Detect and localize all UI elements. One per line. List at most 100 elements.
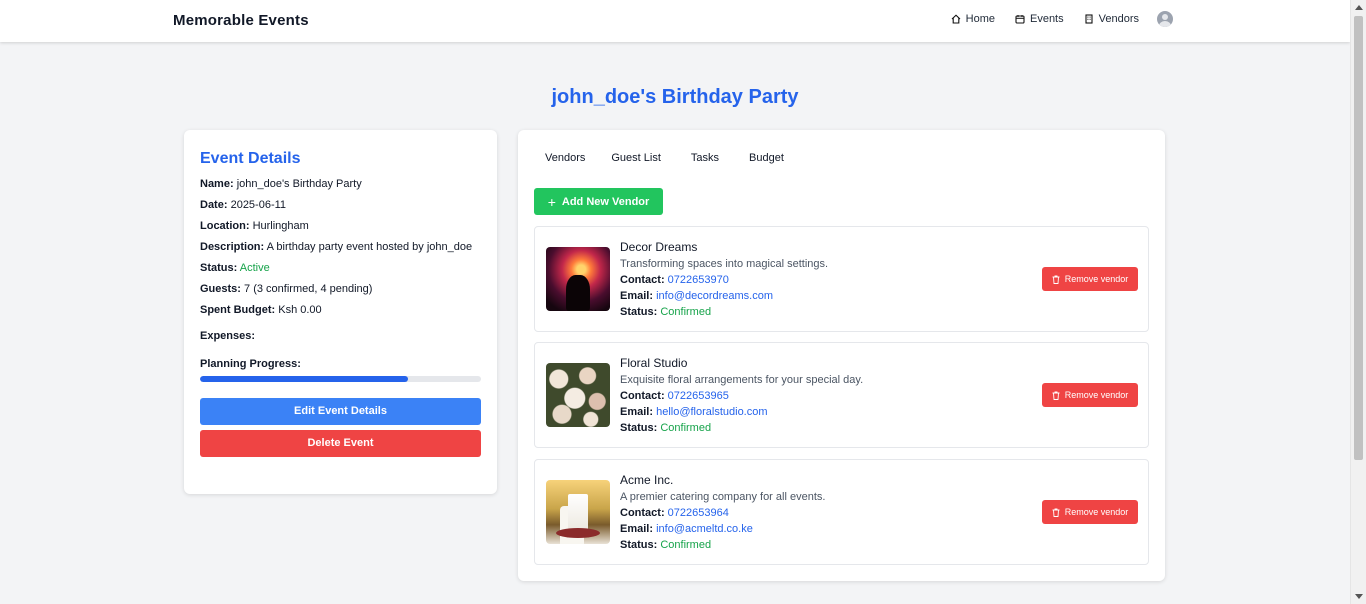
vendor-name: Acme Inc. bbox=[620, 473, 674, 487]
tab-guest-list[interactable]: Guest List bbox=[596, 152, 672, 164]
vendor-info: Acme Inc. A premier catering company for… bbox=[620, 472, 825, 553]
trash-icon bbox=[1052, 391, 1060, 400]
nav-links: Home Events Vendors bbox=[951, 11, 1173, 27]
brand-logo[interactable]: Memorable Events bbox=[173, 12, 309, 29]
edit-event-button[interactable]: Edit Event Details bbox=[200, 398, 481, 425]
vendor-status-label: Status: bbox=[620, 539, 658, 551]
detail-status: Status: Active bbox=[200, 260, 481, 276]
detail-name-value: john_doe's Birthday Party bbox=[236, 178, 362, 190]
tab-vendors[interactable]: Vendors bbox=[534, 152, 596, 164]
detail-expenses: Expenses: bbox=[200, 328, 481, 344]
detail-status-label: Status: bbox=[200, 262, 238, 274]
vendor-name: Decor Dreams bbox=[620, 240, 698, 254]
building-icon bbox=[1085, 14, 1093, 24]
vendor-image bbox=[546, 247, 610, 311]
trash-icon bbox=[1052, 508, 1060, 517]
vendor-email-link[interactable]: info@acmeltd.co.ke bbox=[656, 523, 753, 535]
remove-vendor-button[interactable]: Remove vendor bbox=[1042, 500, 1138, 524]
detail-expenses-label: Expenses: bbox=[200, 330, 256, 342]
detail-date-value: 2025-06-11 bbox=[230, 199, 287, 211]
tab-bar: Vendors Guest List Tasks Budget bbox=[534, 152, 1149, 164]
vendor-contact-link[interactable]: 0722653964 bbox=[668, 507, 729, 519]
vendor-card: Floral Studio Exquisite floral arrangeme… bbox=[534, 342, 1149, 448]
vendor-card: Acme Inc. A premier catering company for… bbox=[534, 459, 1149, 565]
planning-progress-label: Planning Progress: bbox=[200, 358, 301, 370]
vendor-contact-link[interactable]: 0722653970 bbox=[668, 274, 729, 286]
vendor-status: Status: Confirmed bbox=[620, 304, 828, 320]
detail-description-label: Description: bbox=[200, 241, 265, 253]
detail-location-value: Hurlingham bbox=[252, 220, 309, 232]
add-vendor-label: Add New Vendor bbox=[561, 195, 650, 208]
nav-link-events[interactable]: Events bbox=[1015, 13, 1064, 25]
vendor-email-label: Email: bbox=[620, 406, 654, 418]
detail-location-label: Location: bbox=[200, 220, 250, 232]
page-scrollbar[interactable] bbox=[1350, 0, 1366, 604]
vendor-info: Floral Studio Exquisite floral arrangeme… bbox=[620, 355, 863, 436]
vendor-status: Status: Confirmed bbox=[620, 420, 863, 436]
vendor-description: A premier catering company for all event… bbox=[620, 491, 826, 503]
remove-vendor-label: Remove vendor bbox=[1064, 390, 1129, 400]
detail-budget-value: Ksh 0.00 bbox=[278, 304, 322, 316]
vendor-contact-label: Contact: bbox=[620, 390, 665, 402]
vendor-email-link[interactable]: hello@floralstudio.com bbox=[656, 406, 767, 418]
vendor-contact: Contact: 0722653965 bbox=[620, 388, 863, 404]
home-icon bbox=[951, 14, 961, 24]
vendor-status-value: Confirmed bbox=[660, 422, 712, 434]
user-avatar-icon[interactable] bbox=[1157, 11, 1173, 27]
detail-budget: Spent Budget: Ksh 0.00 bbox=[200, 302, 481, 318]
event-details-card: Event Details Name: john_doe's Birthday … bbox=[184, 130, 497, 494]
trash-icon bbox=[1052, 275, 1060, 284]
vendor-description: Transforming spaces into magical setting… bbox=[620, 258, 829, 270]
calendar-icon bbox=[1015, 15, 1025, 24]
nav-link-vendors[interactable]: Vendors bbox=[1084, 13, 1139, 25]
remove-vendor-label: Remove vendor bbox=[1064, 274, 1129, 284]
vendors-panel: Vendors Guest List Tasks Budget + Add Ne… bbox=[518, 130, 1165, 581]
add-vendor-button[interactable]: + Add New Vendor bbox=[534, 188, 663, 215]
vendor-email: Email: info@acmeltd.co.ke bbox=[620, 521, 825, 537]
nav-link-home-label: Home bbox=[965, 13, 995, 25]
detail-name: Name: john_doe's Birthday Party bbox=[200, 176, 481, 192]
vendor-email-link[interactable]: info@decordreams.com bbox=[656, 290, 773, 302]
nav-link-events-label: Events bbox=[1029, 13, 1064, 25]
vendor-status-label: Status: bbox=[620, 422, 658, 434]
vendor-status-value: Confirmed bbox=[660, 539, 712, 551]
vendor-email-label: Email: bbox=[620, 290, 654, 302]
vendor-image bbox=[546, 480, 610, 544]
planning-progress-fill bbox=[200, 376, 408, 382]
planning-progress-bar bbox=[200, 376, 481, 382]
nav-link-vendors-label: Vendors bbox=[1098, 13, 1139, 25]
scroll-down-arrow-icon[interactable] bbox=[1355, 594, 1363, 599]
nav-link-home[interactable]: Home bbox=[951, 13, 995, 25]
delete-event-button[interactable]: Delete Event bbox=[200, 430, 481, 457]
remove-vendor-button[interactable]: Remove vendor bbox=[1042, 383, 1138, 407]
vendor-email: Email: info@decordreams.com bbox=[620, 288, 828, 304]
detail-status-value: Active bbox=[239, 262, 270, 274]
vendor-email-label: Email: bbox=[620, 523, 654, 535]
remove-vendor-button[interactable]: Remove vendor bbox=[1042, 267, 1138, 291]
detail-name-label: Name: bbox=[200, 178, 234, 190]
vendor-contact: Contact: 0722653964 bbox=[620, 505, 825, 521]
event-details-heading: Event Details bbox=[200, 150, 301, 167]
vendor-info: Decor Dreams Transforming spaces into ma… bbox=[620, 239, 828, 320]
detail-description-value: A birthday party event hosted by john_do… bbox=[266, 241, 473, 253]
vendor-contact-link[interactable]: 0722653965 bbox=[668, 390, 729, 402]
detail-description: Description: A birthday party event host… bbox=[200, 239, 481, 255]
scroll-up-arrow-icon[interactable] bbox=[1355, 5, 1363, 10]
vendor-image bbox=[546, 363, 610, 427]
vendor-status-value: Confirmed bbox=[660, 306, 712, 318]
vendor-description: Exquisite floral arrangements for your s… bbox=[620, 374, 864, 386]
vendor-name: Floral Studio bbox=[620, 356, 688, 370]
vendor-card: Decor Dreams Transforming spaces into ma… bbox=[534, 226, 1149, 332]
top-navbar: Memorable Events Home Events Vendors bbox=[0, 0, 1350, 42]
vendor-contact: Contact: 0722653970 bbox=[620, 272, 828, 288]
detail-guests: Guests: 7 (3 confirmed, 4 pending) bbox=[200, 281, 481, 297]
vendor-status-label: Status: bbox=[620, 306, 658, 318]
detail-date-label: Date: bbox=[200, 199, 228, 211]
detail-guests-label: Guests: bbox=[200, 283, 241, 295]
detail-date: Date: 2025-06-11 bbox=[200, 197, 481, 213]
remove-vendor-label: Remove vendor bbox=[1064, 507, 1129, 517]
detail-location: Location: Hurlingham bbox=[200, 218, 481, 234]
tab-tasks[interactable]: Tasks bbox=[672, 152, 730, 164]
scrollbar-thumb[interactable] bbox=[1354, 16, 1363, 460]
tab-budget[interactable]: Budget bbox=[730, 152, 795, 164]
